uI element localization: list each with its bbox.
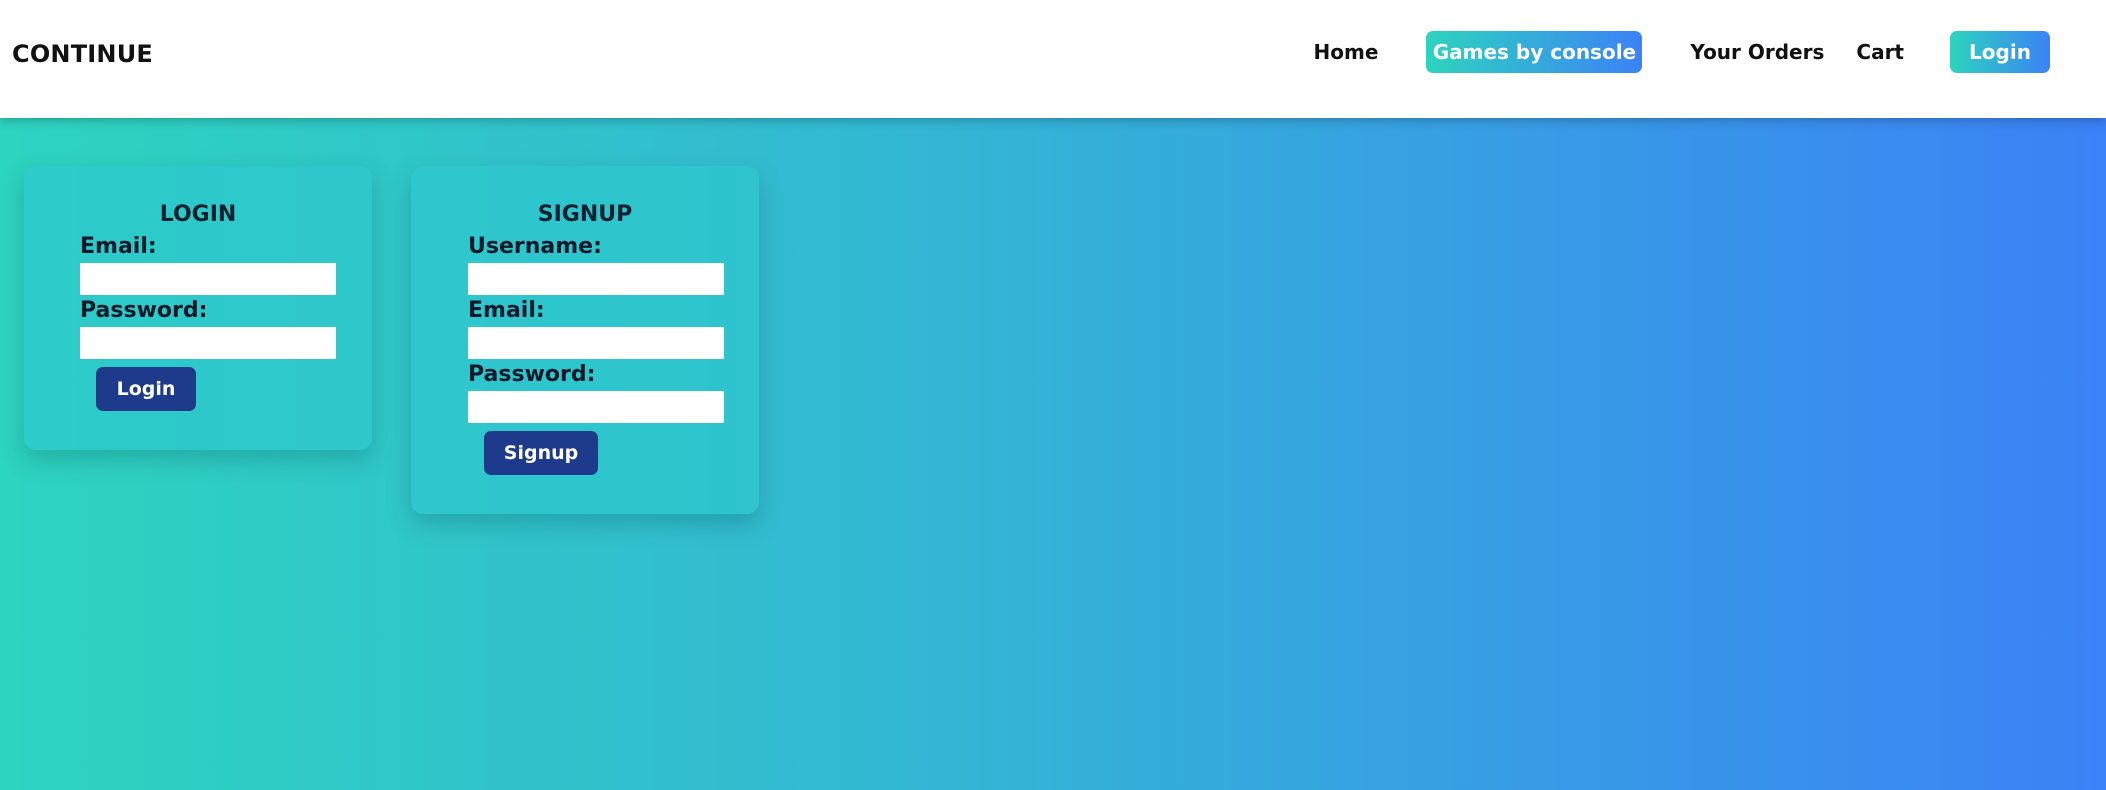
signup-email-input[interactable]: [468, 327, 724, 359]
nav-games-by-console-button[interactable]: Games by console: [1426, 31, 1643, 73]
login-password-label: Password:: [80, 298, 208, 323]
brand-logo-text[interactable]: CONTINUE: [12, 40, 153, 68]
signup-password-label: Password:: [468, 362, 596, 387]
signup-card: SIGNUP Username: Email: Password: Signup: [411, 166, 759, 514]
signup-password-input[interactable]: [468, 391, 724, 423]
signup-email-label: Email:: [468, 298, 545, 323]
nav-home-link[interactable]: Home: [1314, 40, 1379, 64]
login-submit-button[interactable]: Login: [96, 367, 196, 411]
signup-title: SIGNUP: [537, 202, 633, 227]
login-email-input[interactable]: [80, 263, 336, 295]
signup-username-label: Username:: [468, 234, 602, 259]
login-title: LOGIN: [159, 202, 237, 227]
login-card: LOGIN Email: Password: Login: [24, 166, 372, 450]
top-navbar: CONTINUE Home Games by console Your Orde…: [0, 0, 2106, 118]
main-nav: Home Games by console Your Orders Cart L…: [1314, 30, 2050, 74]
login-password-input[interactable]: [80, 327, 336, 359]
nav-login-button[interactable]: Login: [1950, 31, 2050, 73]
signup-username-input[interactable]: [468, 263, 724, 295]
signup-submit-button[interactable]: Signup: [484, 431, 598, 475]
nav-your-orders-link[interactable]: Your Orders: [1690, 40, 1824, 64]
login-email-label: Email:: [80, 234, 157, 259]
nav-cart-link[interactable]: Cart: [1856, 40, 1904, 64]
